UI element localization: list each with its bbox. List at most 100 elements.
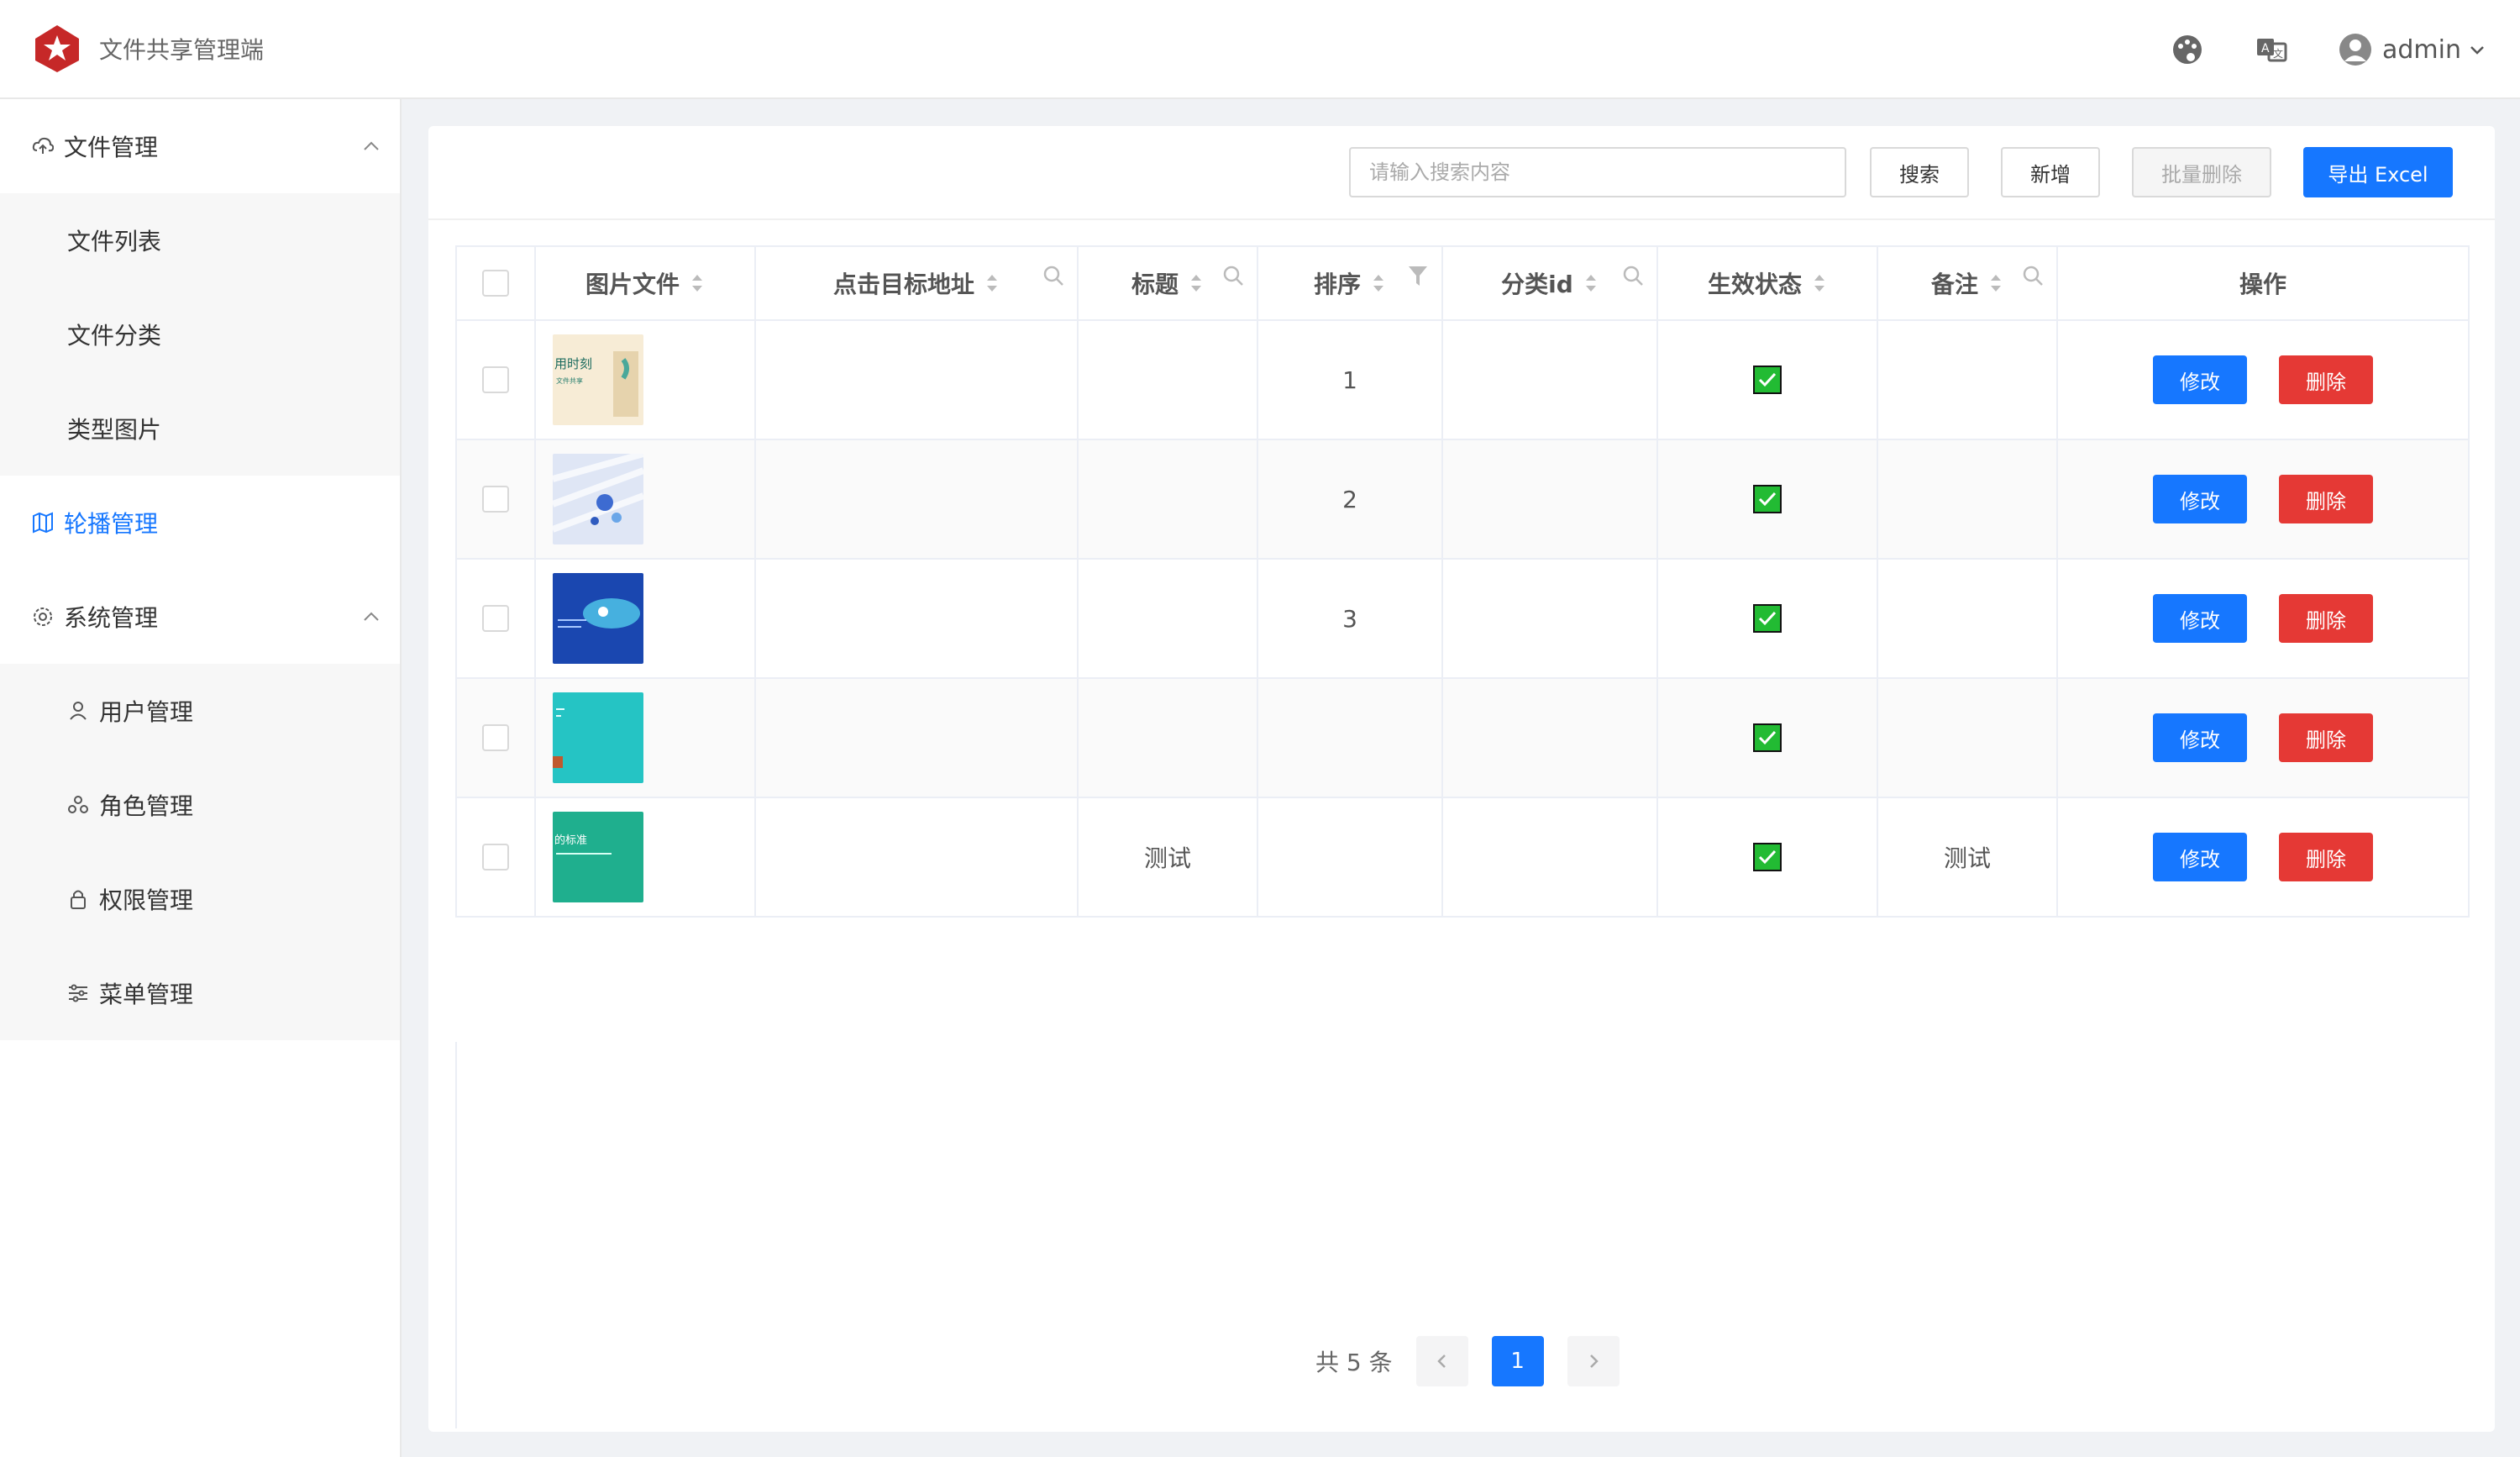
row-checkbox[interactable]	[482, 486, 509, 513]
cloud-upload-icon	[32, 137, 54, 154]
row-checkbox[interactable]	[482, 844, 509, 871]
filter-icon[interactable]	[1406, 264, 1430, 287]
image-cell	[536, 440, 756, 558]
user-menu[interactable]: admin	[2339, 33, 2486, 66]
sort-cell: 3	[1258, 560, 1443, 677]
delete-button[interactable]: 删除	[2279, 594, 2373, 643]
column-header-remark[interactable]: 备注	[1878, 247, 2058, 319]
search-input[interactable]	[1349, 147, 1846, 197]
table-row: 3 修改 删除	[457, 560, 2468, 679]
row-checkbox[interactable]	[482, 724, 509, 751]
sort-icon[interactable]	[1812, 271, 1827, 295]
app-logo	[35, 25, 79, 72]
edit-button[interactable]: 修改	[2153, 594, 2247, 643]
cell-text: 1	[1342, 366, 1357, 394]
page-1-button[interactable]: 1	[1491, 1336, 1544, 1386]
actions-cell: 修改 删除	[2058, 798, 2468, 916]
add-button[interactable]: 新增	[2001, 147, 2100, 197]
sort-icon[interactable]	[984, 271, 1000, 295]
status-active-checkbox[interactable]	[1753, 723, 1782, 752]
delete-button[interactable]: 删除	[2279, 475, 2373, 523]
translate-icon[interactable]: A文	[2255, 33, 2288, 66]
sidebar-item-type-image[interactable]: 类型图片	[0, 381, 400, 476]
row-checkbox[interactable]	[482, 605, 509, 632]
remark-cell	[1878, 440, 2058, 558]
target-url-cell	[756, 321, 1079, 439]
delete-button[interactable]: 删除	[2279, 355, 2373, 404]
edit-button[interactable]: 修改	[2153, 355, 2247, 404]
carousel-thumbnail[interactable]	[553, 692, 643, 783]
thumb-text: 用时刻	[554, 356, 592, 371]
sort-icon[interactable]	[690, 271, 705, 295]
sidebar-group-file-management[interactable]: 文件管理	[0, 99, 400, 193]
status-active-checkbox[interactable]	[1753, 485, 1782, 513]
column-header-status[interactable]: 生效状态	[1658, 247, 1878, 319]
sidebar-item-file-list[interactable]: 文件列表	[0, 193, 400, 287]
category-cell	[1443, 679, 1658, 797]
search-icon[interactable]	[1042, 264, 1065, 287]
user-name: admin	[2382, 34, 2461, 65]
sidebar-item-label: 权限管理	[99, 886, 194, 914]
edit-button[interactable]: 修改	[2153, 713, 2247, 762]
category-cell	[1443, 440, 1658, 558]
chevron-left-icon	[1436, 1354, 1446, 1368]
search-icon[interactable]	[1221, 264, 1245, 287]
image-cell	[536, 560, 756, 677]
status-active-checkbox[interactable]	[1753, 604, 1782, 633]
column-header-target-url[interactable]: 点击目标地址	[756, 247, 1079, 319]
delete-button[interactable]: 删除	[2279, 713, 2373, 762]
image-cell: 用时刻 文件共享	[536, 321, 756, 439]
search-icon[interactable]	[2021, 264, 2045, 287]
actions-cell: 修改 删除	[2058, 560, 2468, 677]
sidebar-item-carousel[interactable]: 轮播管理	[0, 476, 400, 570]
export-excel-button[interactable]: 导出 Excel	[2303, 147, 2453, 197]
sidebar-item-file-category[interactable]: 文件分类	[0, 287, 400, 381]
sort-icon[interactable]	[1583, 271, 1599, 295]
next-page-button[interactable]	[1567, 1336, 1620, 1386]
sort-icon[interactable]	[1189, 271, 1204, 295]
status-cell	[1658, 321, 1878, 439]
sliders-icon	[69, 984, 87, 1002]
delete-button[interactable]: 删除	[2279, 833, 2373, 881]
column-header-image[interactable]: 图片文件	[536, 247, 756, 319]
search-icon[interactable]	[1621, 264, 1645, 287]
column-header-title[interactable]: 标题	[1079, 247, 1258, 319]
sort-icon[interactable]	[1371, 271, 1386, 295]
theme-palette-icon[interactable]	[2171, 33, 2204, 66]
title-cell	[1079, 679, 1258, 797]
search-button[interactable]: 搜索	[1870, 147, 1969, 197]
sidebar-item-menus[interactable]: 菜单管理	[0, 946, 400, 1040]
carousel-thumbnail[interactable]: 用时刻 文件共享	[553, 334, 643, 425]
status-active-checkbox[interactable]	[1753, 366, 1782, 394]
carousel-thumbnail[interactable]	[553, 573, 643, 664]
edit-button[interactable]: 修改	[2153, 833, 2247, 881]
table-row: 2 修改 删除	[457, 440, 2468, 560]
prev-page-button[interactable]	[1415, 1336, 1468, 1386]
sidebar-item-users[interactable]: 用户管理	[0, 664, 400, 758]
sidebar: 文件管理 文件列表 文件分类 类型图片 轮播管理 系统管理 用户管理 角色管理 …	[0, 99, 402, 1457]
remark-cell	[1878, 321, 2058, 439]
status-cell	[1658, 440, 1878, 558]
title-cell	[1079, 440, 1258, 558]
category-cell	[1443, 798, 1658, 916]
row-checkbox[interactable]	[482, 366, 509, 393]
batch-delete-button[interactable]: 批量删除	[2132, 147, 2271, 197]
table-left-border	[455, 1042, 457, 1428]
status-active-checkbox[interactable]	[1753, 843, 1782, 871]
sidebar-item-roles[interactable]: 角色管理	[0, 758, 400, 852]
check-icon	[1758, 849, 1777, 865]
svg-text:的标准: 的标准	[554, 834, 587, 847]
status-cell	[1658, 560, 1878, 677]
edit-button[interactable]: 修改	[2153, 475, 2247, 523]
column-header-category-id[interactable]: 分类id	[1443, 247, 1658, 319]
svg-text:文件共享: 文件共享	[556, 376, 583, 385]
sidebar-item-permissions[interactable]: 权限管理	[0, 852, 400, 946]
sidebar-group-system[interactable]: 系统管理	[0, 570, 400, 664]
carousel-thumbnail[interactable]: 的标准	[553, 812, 643, 902]
column-header-sort[interactable]: 排序	[1258, 247, 1443, 319]
carousel-thumbnail[interactable]	[553, 454, 643, 544]
sort-icon[interactable]	[1988, 271, 2003, 295]
table-row: 的标准 测试 测试 修改 删除	[457, 798, 2468, 918]
table-header: 图片文件 点击目标地址 标题 排序 分类id 生效状态 备注 操作	[457, 247, 2468, 321]
select-all-checkbox[interactable]	[482, 270, 509, 297]
